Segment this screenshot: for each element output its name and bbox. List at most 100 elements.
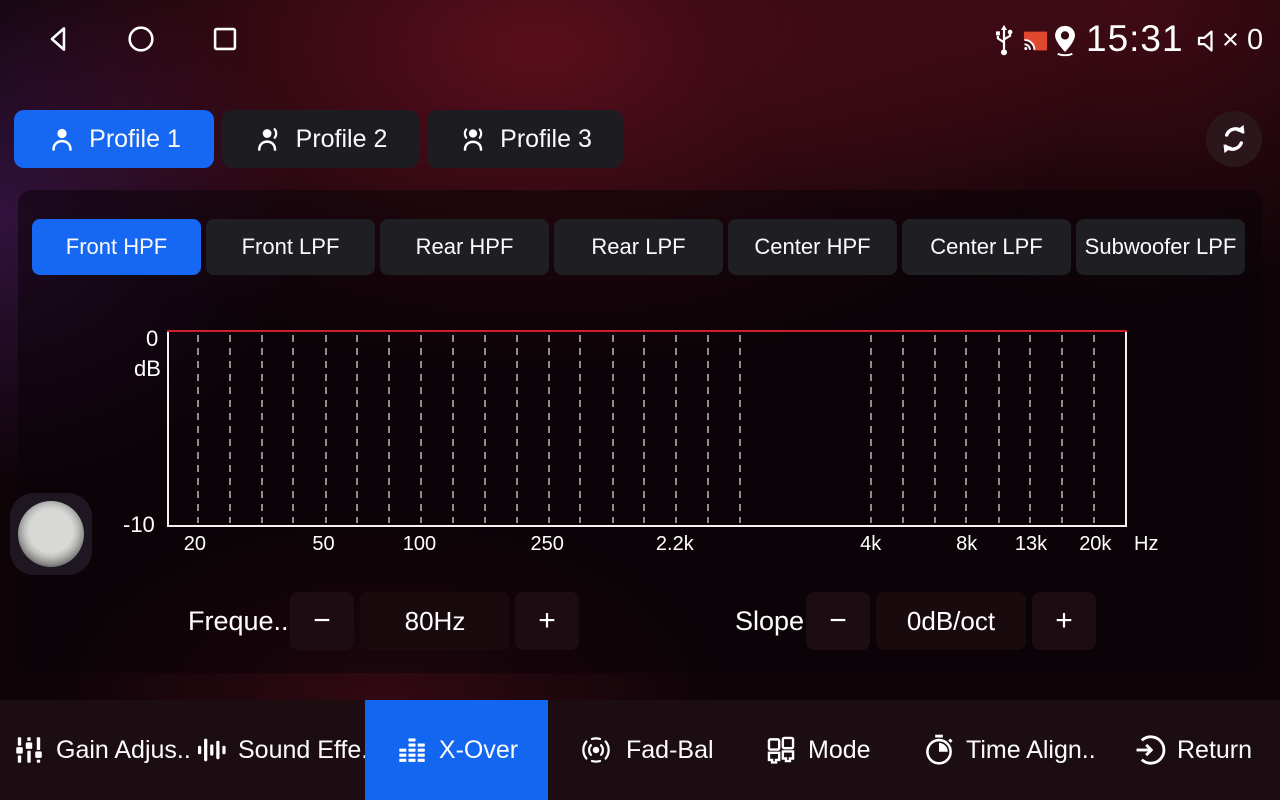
gridline (292, 335, 294, 523)
tab-label: Front HPF (66, 234, 167, 260)
gridline (934, 335, 936, 523)
location-icon (1050, 24, 1080, 58)
tab-center-hpf[interactable]: Center HPF (728, 219, 897, 275)
gridline (739, 335, 741, 523)
y-tick-label: -10 (123, 512, 155, 538)
filter-tabs: Front HPF Front LPF Rear HPF Rear LPF Ce… (32, 219, 1245, 275)
x-tick-label: 20 (184, 533, 206, 556)
home-icon (124, 22, 158, 56)
gridline (388, 335, 390, 523)
cast-icon (1022, 30, 1049, 52)
x-tick-label: 20k (1079, 533, 1111, 556)
gridline (998, 335, 1000, 523)
gridline (420, 335, 422, 523)
x-tick-label: 50 (312, 533, 334, 556)
nav-gain-adjust[interactable]: Gain Adjus.. (12, 700, 191, 800)
profile-label: Profile 1 (89, 125, 181, 154)
tab-label: Center HPF (754, 234, 870, 260)
gridline (643, 335, 645, 523)
tab-label: Subwoofer LPF (1085, 234, 1237, 260)
bottom-nav: Gain Adjus.. Sound Effe.. X-Over (0, 700, 1280, 800)
profile-2-button[interactable]: Profile 2 (222, 110, 419, 168)
refresh-icon (1216, 121, 1252, 157)
back-nav-button[interactable] (42, 22, 76, 56)
tab-label: Front LPF (242, 234, 340, 260)
x-tick-label: 2.2k (656, 533, 694, 556)
gridline (548, 335, 550, 523)
gridline (197, 335, 199, 523)
clock-time: 15:31 (1086, 18, 1184, 60)
x-tick-label: 250 (530, 533, 563, 556)
gridline (261, 335, 263, 523)
gridline (484, 335, 486, 523)
usb-icon (990, 22, 1018, 58)
gridline (452, 335, 454, 523)
return-icon (1133, 733, 1167, 767)
home-nav-button[interactable] (124, 22, 158, 56)
frequency-label: Freque.. (188, 592, 289, 650)
y-axis-unit: dB (134, 356, 161, 382)
reset-sync-button[interactable] (1206, 111, 1262, 167)
profile-label: Profile 2 (296, 125, 388, 154)
x-tick-label: 13k (1015, 533, 1047, 556)
volume-level-text: × 0 (1222, 24, 1263, 57)
profile-3-button[interactable]: Profile 3 (427, 110, 623, 168)
tab-rear-lpf[interactable]: Rear LPF (554, 219, 723, 275)
time-align-icon (922, 733, 956, 767)
nav-mode[interactable]: Mode (764, 700, 871, 800)
gridline (1029, 335, 1031, 523)
x-axis-ticks: 20 50 100 250 2.2k 4k 8k 13k 20k (167, 533, 1127, 559)
slope-value: 0dB/oct (876, 592, 1026, 650)
nav-fad-bal[interactable]: Fad-Bal (576, 700, 714, 800)
slope-minus-button[interactable]: − (806, 592, 870, 650)
nav-label: Sound Effe.. (238, 736, 375, 765)
tab-label: Rear LPF (591, 234, 685, 260)
tab-rear-hpf[interactable]: Rear HPF (380, 219, 549, 275)
assistive-touch-button[interactable] (10, 493, 92, 575)
x-tick-label: 8k (956, 533, 977, 556)
y-tick-label: 0 (146, 326, 158, 352)
gridline (675, 335, 677, 523)
status-bar: 15:31 × 0 (0, 0, 1280, 76)
xover-screen: 15:31 × 0 Profile 1 Profile 2 Profile 3 (0, 0, 1280, 800)
slope-plus-button[interactable]: + (1032, 592, 1096, 650)
recents-nav-button[interactable] (208, 22, 242, 56)
x-tick-label: 4k (860, 533, 881, 556)
gridline (325, 335, 327, 523)
response-curve[interactable] (167, 330, 1127, 332)
frequency-value: 80Hz (360, 592, 510, 650)
nav-x-over[interactable]: X-Over (365, 700, 548, 800)
tab-subwoofer-lpf[interactable]: Subwoofer LPF (1076, 219, 1245, 275)
gridline (516, 335, 518, 523)
tab-front-hpf[interactable]: Front HPF (32, 219, 201, 275)
fad-bal-icon (576, 733, 616, 767)
nav-return[interactable]: Return (1133, 700, 1252, 800)
sound-effects-icon (194, 733, 228, 767)
nav-time-align[interactable]: Time Align.. (922, 700, 1096, 800)
person-2-icon (254, 124, 284, 154)
gridline (707, 335, 709, 523)
nav-label: Fad-Bal (626, 736, 714, 765)
mode-icon (764, 733, 798, 767)
x-tick-label: 100 (403, 533, 436, 556)
frequency-plus-button[interactable]: + (515, 592, 579, 650)
person-icon (47, 124, 77, 154)
recents-icon (208, 22, 242, 56)
gridline (356, 335, 358, 523)
nav-sound-effects[interactable]: Sound Effe.. (194, 700, 375, 800)
gridline (870, 335, 872, 523)
nav-label: Gain Adjus.. (56, 736, 191, 765)
gridline (612, 335, 614, 523)
nav-label: Return (1177, 736, 1252, 765)
frequency-minus-button[interactable]: − (290, 592, 354, 650)
person-3-icon (458, 124, 488, 154)
profile-1-button[interactable]: Profile 1 (14, 110, 214, 168)
gridline (965, 335, 967, 523)
tab-front-lpf[interactable]: Front LPF (206, 219, 375, 275)
gridline (1061, 335, 1063, 523)
xover-plot[interactable] (167, 330, 1127, 527)
tab-center-lpf[interactable]: Center LPF (902, 219, 1071, 275)
nav-label: Time Align.. (966, 736, 1096, 765)
assistive-touch-ball-icon (18, 501, 84, 567)
slope-label: Slope (735, 592, 804, 650)
